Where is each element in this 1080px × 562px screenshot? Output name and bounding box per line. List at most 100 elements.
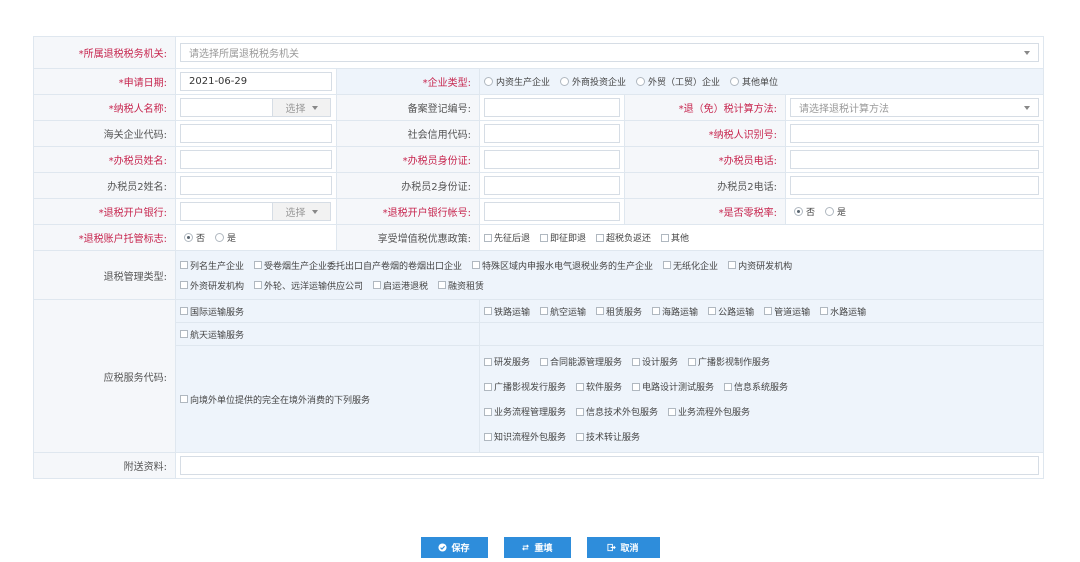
agent-id-input[interactable] (484, 150, 620, 169)
taxpayer-id-input[interactable] (790, 124, 1039, 143)
chevron-down-icon (311, 209, 318, 214)
service-checkbox[interactable]: 合同能源管理服务 (540, 355, 622, 368)
enterprise-type-options: 内资生产企业 外商投资企业 外贸（工贸）企业 其他单位 (480, 69, 1044, 94)
bank-input[interactable] (180, 202, 273, 221)
row-agent2: 办税员2姓名: 办税员2身份证: 办税员2电话: (34, 173, 1044, 199)
zero-rate-yes-radio[interactable]: 是 (825, 205, 846, 218)
taxpayer-name-label: *纳税人名称: (34, 95, 176, 120)
transport-checkbox[interactable]: 公路运输 (708, 305, 754, 318)
enterprise-type-option[interactable]: 外商投资企业 (560, 75, 626, 88)
check-circle-icon (438, 543, 448, 552)
enterprise-type-option[interactable]: 其他单位 (730, 75, 778, 88)
bank-account-label: *退税开户银行帐号: (337, 199, 480, 224)
transport-checkbox[interactable]: 航空运输 (540, 305, 586, 318)
overseas-service-option[interactable]: 向境外单位提供的完全在境外消费的下列服务 (176, 346, 480, 452)
transport-checkbox[interactable]: 租赁服务 (596, 305, 642, 318)
service-checkbox[interactable]: 软件服务 (576, 380, 622, 393)
row-service-code: 应税服务代码: 国际运输服务 铁路运输 航空运输 租赁服务 海路运输 公路运输 … (34, 300, 1044, 453)
service-checkbox[interactable]: 业务流程管理服务 (484, 405, 566, 418)
agent-id-label: *办税员身份证: (337, 147, 480, 172)
service-checkbox[interactable]: 广播影视发行服务 (484, 380, 566, 393)
service-checkbox[interactable]: 业务流程外包服务 (668, 405, 750, 418)
vat-policy-checkbox[interactable]: 先征后退 (484, 231, 530, 244)
mgmt-type-checkbox[interactable]: 无纸化企业 (663, 259, 718, 272)
trust-flag-no-radio[interactable]: 否 (184, 231, 205, 244)
taxpayer-select-button[interactable]: 选择 (273, 98, 331, 117)
zero-rate-label: *是否零税率: (625, 199, 786, 224)
tax-refund-form: *所属退税税务机关: 请选择所属退税税务机关 *申请日期: 2021-06-29… (33, 36, 1044, 479)
agent-name-input[interactable] (180, 150, 332, 169)
enterprise-type-option[interactable]: 内资生产企业 (484, 75, 550, 88)
service-checkbox[interactable]: 电路设计测试服务 (632, 380, 714, 393)
tax-authority-select[interactable]: 请选择所属退税税务机关 (180, 43, 1039, 62)
customs-code-label: 海关企业代码: (34, 121, 176, 146)
mgmt-type-checkbox[interactable]: 融资租赁 (438, 279, 484, 292)
filing-no-label: 备案登记编号: (337, 95, 480, 120)
credit-code-input[interactable] (484, 124, 620, 143)
row-tax-authority: *所属退税税务机关: 请选择所属退税税务机关 (34, 37, 1044, 69)
apply-date-input[interactable]: 2021-06-29 (180, 72, 332, 91)
cancel-button[interactable]: 取消 (586, 537, 660, 558)
customs-code-input[interactable] (180, 124, 332, 143)
agent2-name-label: 办税员2姓名: (34, 173, 176, 198)
service-checkbox[interactable]: 设计服务 (632, 355, 678, 368)
service-checkbox[interactable]: 技术转让服务 (576, 430, 640, 443)
transport-checkbox[interactable]: 管道运输 (764, 305, 810, 318)
row-trust-flag: *退税账户托管标志: 否 是 享受增值税优惠政策: 先征后退 即征即退 超税负返… (34, 225, 1044, 251)
transport-options: 铁路运输 航空运输 租赁服务 海路运输 公路运输 管道运输 水路运输 (480, 300, 1044, 322)
row-attachments: 附送资料: (34, 453, 1044, 479)
service-checkbox[interactable]: 知识流程外包服务 (484, 430, 566, 443)
agent-phone-input[interactable] (790, 150, 1039, 169)
chevron-down-icon (311, 105, 318, 110)
trust-flag-label: *退税账户托管标志: (34, 225, 176, 250)
service-options: 研发服务 合同能源管理服务 设计服务 广播影视制作服务 广播影视发行服务 软件服… (480, 346, 1044, 452)
apply-date-label: *申请日期: (34, 69, 176, 94)
attachments-input[interactable] (180, 456, 1039, 475)
transport-checkbox[interactable]: 水路运输 (820, 305, 866, 318)
mgmt-type-label: 退税管理类型: (34, 251, 176, 299)
calc-method-label: *退（免）税计算方法: (625, 95, 786, 120)
service-checkbox[interactable]: 广播影视制作服务 (688, 355, 770, 368)
zero-rate-no-radio[interactable]: 否 (794, 205, 815, 218)
agent-name-label: *办税员姓名: (34, 147, 176, 172)
agent2-id-label: 办税员2身份证: (337, 173, 480, 198)
tax-authority-label: *所属退税税务机关: (34, 37, 176, 68)
filing-no-input[interactable] (484, 98, 620, 117)
mgmt-type-checkbox[interactable]: 外资研发机构 (180, 279, 244, 292)
save-button[interactable]: 保存 (420, 537, 488, 558)
mgmt-type-checkbox[interactable]: 列名生产企业 (180, 259, 244, 272)
refresh-icon (522, 544, 530, 551)
vat-policy-checkbox[interactable]: 即征即退 (540, 231, 586, 244)
space-transport-option[interactable]: 航天运输服务 (176, 323, 480, 345)
service-checkbox[interactable]: 研发服务 (484, 355, 530, 368)
transport-checkbox[interactable]: 海路运输 (652, 305, 698, 318)
bank-select-button[interactable]: 选择 (273, 202, 331, 221)
sign-out-icon (607, 543, 617, 552)
attachments-label: 附送资料: (34, 453, 176, 478)
mgmt-type-checkbox[interactable]: 外轮、远洋运输供应公司 (254, 279, 363, 292)
vat-policy-checkbox[interactable]: 超税负返还 (596, 231, 651, 244)
calc-method-select[interactable]: 请选择退税计算方法 (790, 98, 1039, 117)
mgmt-type-checkbox[interactable]: 启运港退税 (373, 279, 428, 292)
transport-checkbox[interactable]: 铁路运输 (484, 305, 530, 318)
service-checkbox[interactable]: 信息技术外包服务 (576, 405, 658, 418)
row-mgmt-type: 退税管理类型: 列名生产企业 受卷烟生产企业委托出口自产卷烟的卷烟出口企业 特殊… (34, 251, 1044, 300)
agent-phone-label: *办税员电话: (625, 147, 786, 172)
trust-flag-yes-radio[interactable]: 是 (215, 231, 236, 244)
mgmt-type-checkbox[interactable]: 特殊区域内申报水电气退税业务的生产企业 (472, 259, 653, 272)
mgmt-type-checkbox[interactable]: 内资研发机构 (728, 259, 792, 272)
row-bank: *退税开户银行: 选择 *退税开户银行帐号: *是否零税率: 否 是 (34, 199, 1044, 225)
enterprise-type-option[interactable]: 外贸（工贸）企业 (636, 75, 720, 88)
vat-policy-options: 先征后退 即征即退 超税负返还 其他 (480, 225, 1044, 250)
service-checkbox[interactable]: 信息系统服务 (724, 380, 788, 393)
agent2-name-input[interactable] (180, 176, 332, 195)
taxpayer-name-input[interactable] (180, 98, 273, 117)
mgmt-type-checkbox[interactable]: 受卷烟生产企业委托出口自产卷烟的卷烟出口企业 (254, 259, 462, 272)
vat-policy-checkbox[interactable]: 其他 (661, 231, 689, 244)
mgmt-type-options: 列名生产企业 受卷烟生产企业委托出口自产卷烟的卷烟出口企业 特殊区域内申报水电气… (176, 251, 1044, 299)
agent2-phone-input[interactable] (790, 176, 1039, 195)
agent2-id-input[interactable] (484, 176, 620, 195)
intl-transport-option[interactable]: 国际运输服务 (176, 300, 480, 322)
bank-account-input[interactable] (484, 202, 620, 221)
reset-button[interactable]: 重填 (503, 537, 571, 558)
